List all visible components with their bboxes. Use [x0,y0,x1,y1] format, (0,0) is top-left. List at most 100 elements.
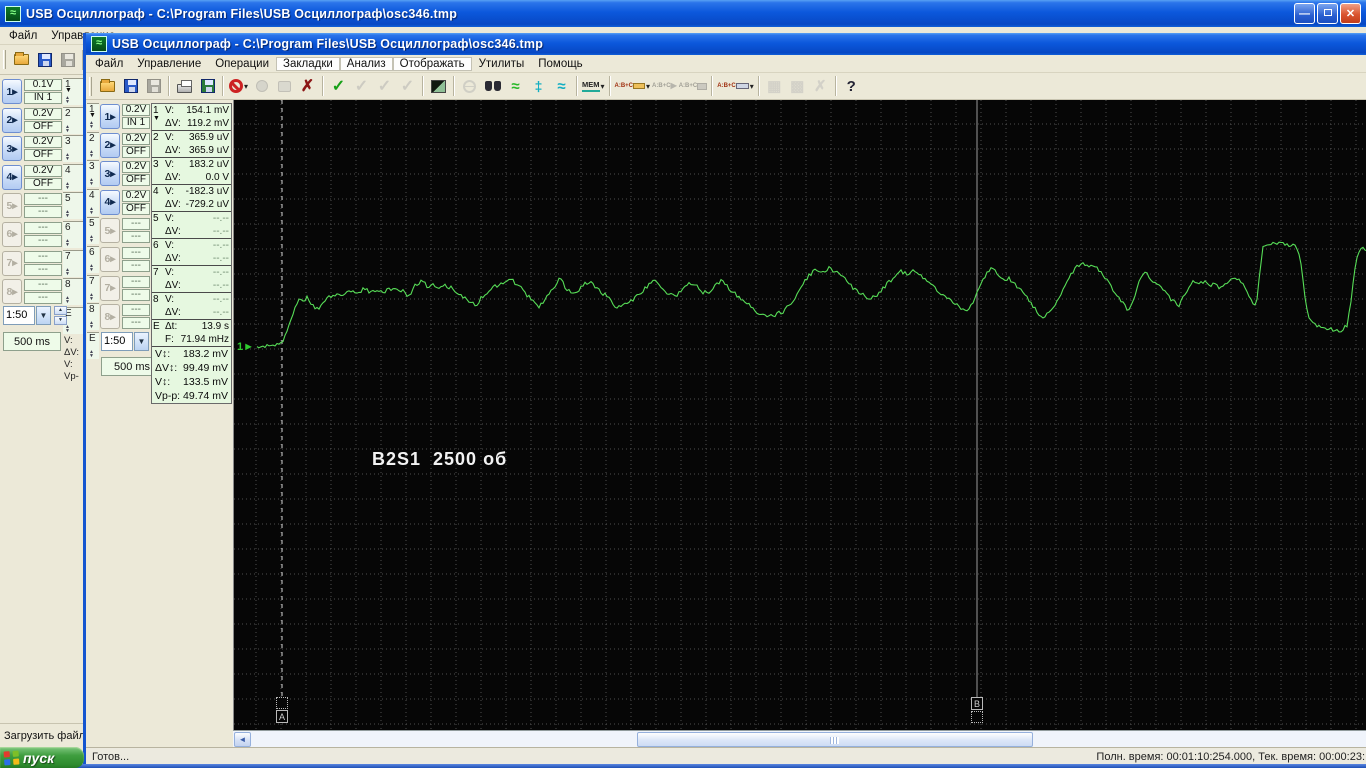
channel-3-range[interactable]: 0.2V [122,161,150,174]
abc-open-button[interactable]: A:B+C ▾ [614,75,652,98]
channel-7-range[interactable]: --- [122,275,150,288]
oscilloscope-display[interactable]: 1► B2S1 2500 об A B [233,100,1366,730]
menu-item-Утилиты[interactable]: Утилиты [472,57,532,71]
channel-3-button[interactable]: 3▸ [2,136,22,162]
help-button[interactable]: ? [840,75,863,98]
menu-item-Файл[interactable]: Файл [88,57,130,71]
start-button[interactable]: пуск [0,747,84,768]
probe-ratio-value[interactable]: 1:50 [101,332,133,351]
position-slider-7[interactable]: 7 ▲ ▼ [87,274,99,302]
abc-edit-button[interactable]: A:B+C ▾ [716,75,755,98]
menu-item-Закладки[interactable]: Закладки [276,56,340,71]
probe-ratio-dropdown[interactable]: ▼ [134,332,149,351]
spinner-icon[interactable]: ▲ ▼ [65,181,70,190]
spinner-icon[interactable]: ▲ ▼ [89,149,94,158]
spinner-icon[interactable]: ▲ ▼ [89,178,94,187]
spinner-icon[interactable]: ▲ ▼ [89,206,94,215]
channel-6-range[interactable]: --- [122,246,150,259]
channel-6-range[interactable]: --- [24,221,62,234]
channel-7-button[interactable]: 7▸ [100,275,120,301]
save-file-button[interactable] [119,75,142,98]
spinner-icon[interactable]: ▲ ▼ [89,235,94,244]
channel-4-input[interactable]: OFF [122,202,150,215]
spinner-icon[interactable]: ▲ ▼ [65,210,70,219]
channel-3-range[interactable]: 0.2V [24,136,62,149]
cursor-a-handle[interactable] [276,697,288,709]
restore-button[interactable] [1317,3,1338,24]
position-slider-6[interactable]: 6 ▲ ▼ [63,220,83,248]
position-slider-7[interactable]: 7 ▲ ▼ [63,249,83,277]
save-file-button[interactable] [33,48,56,71]
dropdown-arrow-icon[interactable]: ▾ [601,82,605,91]
position-slider-5[interactable]: 5 ▲ ▼ [63,192,83,220]
back-timebase[interactable]: 500 ms [3,332,61,351]
channel-4-range[interactable]: 0.2V [24,164,62,177]
channel-8-input[interactable]: --- [122,317,150,330]
spinner-icon[interactable]: ▲ ▼ [89,121,94,130]
vertical-markers-button[interactable]: ‡ [527,75,550,98]
channel-8-range[interactable]: --- [122,304,150,317]
channel-1-input[interactable]: IN 1 [122,117,150,129]
spinner-icon[interactable]: ▲ ▼ [89,263,94,272]
channel-3-button[interactable]: 3▸ [100,161,120,187]
channel-7-range[interactable]: --- [24,250,62,263]
channel-2-range[interactable]: 0.2V [122,132,150,145]
menu-item-Помощь[interactable]: Помощь [531,57,589,71]
position-slider-1[interactable]: 1 ▼ ▲ ▼ [63,78,83,105]
channel-4-range[interactable]: 0.2V [122,189,150,202]
menu-item-Файл[interactable]: Файл [2,29,44,43]
channel-7-input[interactable]: --- [122,288,150,301]
channel-1-button[interactable]: 1▸ [100,104,120,129]
spinner-icon[interactable]: ▲ ▼ [65,153,70,162]
print-button[interactable] [173,75,196,98]
menu-item-Управление[interactable]: Управление [130,57,208,71]
menu-item-Операции[interactable]: Операции [208,57,276,71]
position-slider-6[interactable]: 6 ▲ ▼ [87,245,99,273]
spin-up-button[interactable]: ▲ [54,306,67,315]
position-slider-8[interactable]: 8 ▲ ▼ [63,278,83,306]
dropdown-arrow-icon[interactable]: ▾ [244,82,248,91]
minimize-button[interactable]: — [1294,3,1315,24]
channel-4-button[interactable]: 4▸ [2,164,22,190]
channel-8-button[interactable]: 8▸ [2,279,22,305]
channel-8-button[interactable]: 8▸ [100,304,120,330]
channel-2-button[interactable]: 2▸ [2,107,22,133]
spinner-icon[interactable]: ▲ ▼ [65,296,70,305]
position-slider-2[interactable]: 2 ▲ ▼ [63,106,83,134]
position-slider-3[interactable]: 3 ▲ ▼ [63,135,83,163]
invert-screen-button[interactable] [427,75,450,98]
position-slider-4[interactable]: 4 ▲ ▼ [87,188,99,216]
spinner-icon[interactable]: ▲ ▼ [89,321,94,330]
spin-down-button[interactable]: ▼ [54,316,67,325]
spinner-icon[interactable]: ▲ ▼ [65,96,70,105]
position-slider-1[interactable]: 1 ▼ ▲ ▼ [87,103,99,130]
channel-7-input[interactable]: --- [24,263,62,276]
probe-ratio-dropdown[interactable]: ▼ [36,306,51,325]
memory-button[interactable]: MEM ▾ [581,75,606,98]
export-image-button[interactable] [196,75,219,98]
position-slider-E[interactable]: E ▲ ▼ [87,331,99,359]
channel-8-input[interactable]: --- [24,292,62,305]
position-slider-5[interactable]: 5 ▲ ▼ [87,217,99,245]
cursor-b-handle[interactable] [971,711,983,723]
scrollbar-thumb[interactable] [637,732,1033,747]
horizontal-scrollbar[interactable]: ◄ [233,730,1366,747]
open-file-button[interactable] [96,75,119,98]
abort-button[interactable]: ✗ [296,75,319,98]
channel-4-input[interactable]: OFF [24,177,62,190]
position-slider-3[interactable]: 3 ▲ ▼ [87,160,99,188]
dropdown-arrow-icon[interactable]: ▾ [750,82,754,91]
wave-markers-button[interactable]: ≈ [550,75,573,98]
channel-1-range[interactable]: 0.1V [24,79,62,91]
channel-5-button[interactable]: 5▸ [100,218,120,244]
cursor-a-label[interactable]: A [276,710,288,723]
channel-3-input[interactable]: OFF [24,149,62,162]
stop-acquisition-button[interactable]: ▾ [227,75,250,98]
menu-item-Анализ[interactable]: Анализ [339,56,393,71]
channel-4-button[interactable]: 4▸ [100,189,120,215]
position-slider-8[interactable]: 8 ▲ ▼ [87,303,99,331]
channel-5-input[interactable]: --- [122,231,150,244]
position-slider-4[interactable]: 4 ▲ ▼ [63,163,83,191]
channel-6-button[interactable]: 6▸ [100,246,120,272]
channel-5-range[interactable]: --- [24,193,62,206]
